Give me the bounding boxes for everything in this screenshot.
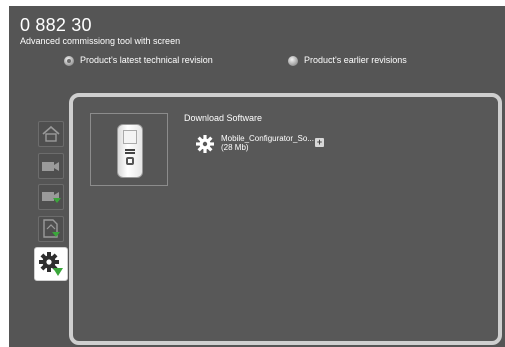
nav-software-download-button[interactable] [34, 247, 68, 281]
software-file-size: (28 Mb) [221, 143, 249, 152]
document-download-icon [43, 219, 60, 238]
radio-unselected-icon [288, 55, 298, 66]
radio-earlier-label: Product's earlier revisions [304, 55, 407, 65]
product-code-title: 0 882 30 [20, 15, 92, 35]
gear-icon [196, 135, 214, 153]
nav-document-download-button[interactable] [38, 216, 64, 242]
device-image [117, 124, 143, 178]
gear-download-icon [39, 252, 63, 276]
nav-camera-download-button[interactable] [38, 184, 64, 210]
radio-earlier-revisions[interactable]: Product's earlier revisions [288, 55, 407, 66]
nav-home-button[interactable] [38, 121, 64, 147]
camera-icon [42, 162, 59, 171]
nav-camera-button[interactable] [38, 153, 64, 179]
software-file-name: Mobile_Configurator_So... [221, 134, 314, 143]
software-file-item[interactable]: Mobile_Configurator_So... (28 Mb) + [195, 134, 324, 154]
radio-latest-revision[interactable]: Product's latest technical revision [64, 55, 213, 66]
home-icon [42, 125, 60, 142]
software-file-info: Mobile_Configurator_So... (28 Mb) [221, 134, 314, 152]
add-file-button[interactable]: + [315, 138, 324, 147]
product-subtitle: Advanced commissiong tool with screen [20, 36, 181, 46]
camera-download-icon [42, 192, 61, 203]
product-image-frame [90, 113, 168, 186]
app-canvas: 0 882 30 Advanced commissiong tool with … [9, 6, 505, 347]
download-software-heading: Download Software [184, 113, 263, 123]
content-panel: Download Software Mobile_Configurator_So… [69, 93, 502, 345]
radio-selected-icon [64, 55, 74, 66]
radio-latest-label: Product's latest technical revision [80, 55, 213, 65]
